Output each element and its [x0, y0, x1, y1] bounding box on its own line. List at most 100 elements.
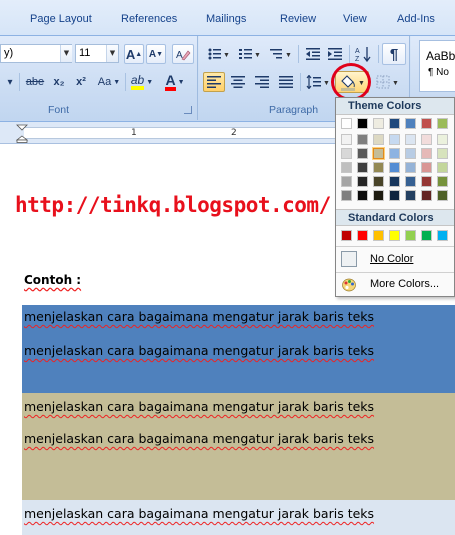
font-size-dropdown-icon[interactable]: ▼: [106, 45, 118, 62]
standard-color-swatch[interactable]: [341, 230, 352, 241]
theme-color-swatch[interactable]: [405, 118, 416, 129]
no-color-item[interactable]: No Color: [336, 247, 454, 272]
theme-shade-swatch[interactable]: [357, 134, 368, 145]
font-name-dropdown-icon[interactable]: ▼: [60, 45, 72, 62]
bullets-button[interactable]: ▼: [203, 44, 233, 64]
theme-color-swatch[interactable]: [357, 118, 368, 129]
theme-shade-swatch[interactable]: [373, 162, 384, 173]
numbering-button[interactable]: ▼: [234, 44, 264, 64]
theme-shade-swatch[interactable]: [341, 134, 352, 145]
theme-color-swatch[interactable]: [421, 118, 432, 129]
theme-shade-swatch[interactable]: [341, 162, 352, 173]
theme-shade-swatch[interactable]: [421, 134, 432, 145]
justify-icon: [279, 76, 293, 88]
theme-shade-swatch[interactable]: [372, 147, 385, 160]
justify-button[interactable]: [275, 72, 297, 92]
shrink-font-button[interactable]: A ▼: [146, 44, 166, 64]
theme-shade-swatch[interactable]: [405, 190, 416, 201]
line-spacing-button[interactable]: ▼: [303, 72, 333, 92]
theme-shade-swatch[interactable]: [437, 190, 448, 201]
tab-review[interactable]: Review: [280, 13, 316, 25]
theme-shade-swatch[interactable]: [437, 148, 448, 159]
theme-color-swatch[interactable]: [341, 118, 352, 129]
theme-shade-swatch[interactable]: [341, 176, 352, 187]
paragraph-line-4: menjelaskan cara bagaimana mengatur jara…: [24, 431, 375, 446]
standard-color-swatch[interactable]: [357, 230, 368, 241]
theme-shade-swatch[interactable]: [341, 190, 352, 201]
theme-shade-swatch[interactable]: [389, 148, 400, 159]
theme-shade-swatch[interactable]: [405, 176, 416, 187]
separator: [378, 45, 379, 63]
svg-text:▼: ▼: [285, 52, 291, 59]
style-normal-tile[interactable]: AaBb ¶ No: [419, 40, 455, 92]
align-center-button[interactable]: [227, 72, 249, 92]
standard-color-swatch[interactable]: [437, 230, 448, 241]
theme-shade-swatch[interactable]: [389, 162, 400, 173]
tab-references[interactable]: References: [121, 13, 177, 25]
underline-dropdown-icon[interactable]: ▾: [2, 72, 18, 92]
theme-shade-swatch[interactable]: [357, 148, 368, 159]
blog-url-text: http://tinkq.blogspot.com/: [15, 193, 331, 217]
tab-page-layout[interactable]: Page Layout: [30, 13, 92, 25]
borders-icon: ▼: [376, 75, 399, 89]
standard-color-swatch[interactable]: [405, 230, 416, 241]
align-right-button[interactable]: [251, 72, 273, 92]
font-dialog-launcher-icon[interactable]: [184, 106, 192, 114]
strikethrough-button[interactable]: abe: [22, 72, 48, 92]
change-case-button[interactable]: Aa ▼: [94, 72, 124, 92]
text-highlight-button[interactable]: ab ▼: [128, 72, 156, 92]
theme-shade-swatch[interactable]: [421, 148, 432, 159]
theme-shade-swatch[interactable]: [405, 148, 416, 159]
clear-formatting-button[interactable]: A: [172, 44, 194, 64]
grow-font-button[interactable]: A ▲: [124, 44, 144, 64]
theme-shade-swatch[interactable]: [373, 190, 384, 201]
theme-shade-swatch[interactable]: [357, 190, 368, 201]
bullets-icon: ▼: [208, 48, 229, 60]
subscript-label: x₂: [53, 76, 65, 88]
svg-text:Z: Z: [355, 56, 360, 62]
ruler-number-2: 2: [231, 128, 237, 138]
theme-shade-swatch[interactable]: [389, 134, 400, 145]
ribbon-tab-bar: Page Layout References Mailings Review V…: [0, 0, 455, 36]
theme-shade-swatch[interactable]: [341, 148, 352, 159]
theme-shade-swatch[interactable]: [357, 162, 368, 173]
superscript-button[interactable]: x²: [71, 72, 91, 92]
align-left-button[interactable]: [203, 72, 225, 92]
standard-color-swatch[interactable]: [373, 230, 384, 241]
theme-shade-swatch[interactable]: [405, 134, 416, 145]
theme-color-swatch[interactable]: [437, 118, 448, 129]
theme-shade-swatch[interactable]: [405, 162, 416, 173]
subscript-button[interactable]: x₂: [49, 72, 69, 92]
theme-color-swatch[interactable]: [373, 118, 384, 129]
theme-shade-swatch[interactable]: [421, 162, 432, 173]
theme-shade-swatch[interactable]: [421, 190, 432, 201]
decrease-indent-button[interactable]: [303, 44, 323, 64]
sort-button[interactable]: AZ: [353, 44, 375, 64]
theme-shade-swatch[interactable]: [437, 162, 448, 173]
more-colors-item[interactable]: More Colors...: [336, 273, 454, 297]
theme-shade-swatch[interactable]: [421, 176, 432, 187]
line-spacing-icon: ▼: [306, 75, 330, 89]
theme-shade-swatch[interactable]: [357, 176, 368, 187]
show-formatting-marks-button[interactable]: ¶: [382, 43, 406, 65]
increase-indent-button[interactable]: [325, 44, 345, 64]
tab-add-ins[interactable]: Add-Ins: [397, 13, 435, 25]
theme-shade-swatch[interactable]: [389, 176, 400, 187]
tab-mailings[interactable]: Mailings: [206, 13, 246, 25]
theme-shade-swatch[interactable]: [437, 134, 448, 145]
font-color-button[interactable]: A ▼: [160, 72, 190, 92]
theme-shade-swatch[interactable]: [389, 190, 400, 201]
theme-color-swatch[interactable]: [389, 118, 400, 129]
theme-shade-swatch[interactable]: [373, 176, 384, 187]
theme-shade-swatch[interactable]: [437, 176, 448, 187]
font-color-label: A: [165, 73, 176, 91]
borders-button[interactable]: ▼: [373, 72, 403, 92]
numbering-icon: ▼: [239, 49, 260, 59]
standard-color-swatch[interactable]: [389, 230, 400, 241]
theme-shade-swatch[interactable]: [373, 134, 384, 145]
standard-color-swatch[interactable]: [421, 230, 432, 241]
multilevel-list-button[interactable]: ▼: [265, 44, 295, 64]
svg-text:▼: ▼: [254, 52, 260, 59]
tab-view[interactable]: View: [343, 13, 367, 25]
indent-markers-icon[interactable]: [15, 124, 29, 143]
